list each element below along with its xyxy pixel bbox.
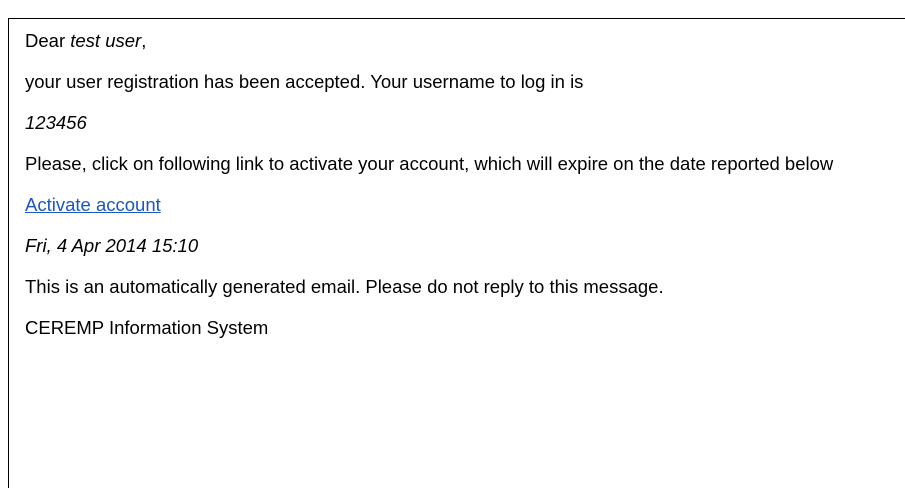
auto-generated-notice: This is an automatically generated email… [25,276,664,297]
signature: CEREMP Information System [25,317,269,338]
greeting-prefix: Dear [25,30,71,51]
greeting-line: Dear test user, [25,29,905,52]
username-value: 123456 [25,112,87,133]
email-body: Dear test user, your user registration h… [8,18,905,488]
greeting-suffix: , [141,30,147,51]
activation-instructions: Please, click on following link to activ… [25,153,834,174]
registration-text: your user registration has been accepted… [25,71,584,92]
recipient-name: test user [70,30,142,51]
activate-account-link[interactable]: Activate account [25,194,161,215]
activation-link-line: Activate account [25,193,905,216]
expiry-date: Fri, 4 Apr 2014 15:10 [25,235,199,256]
